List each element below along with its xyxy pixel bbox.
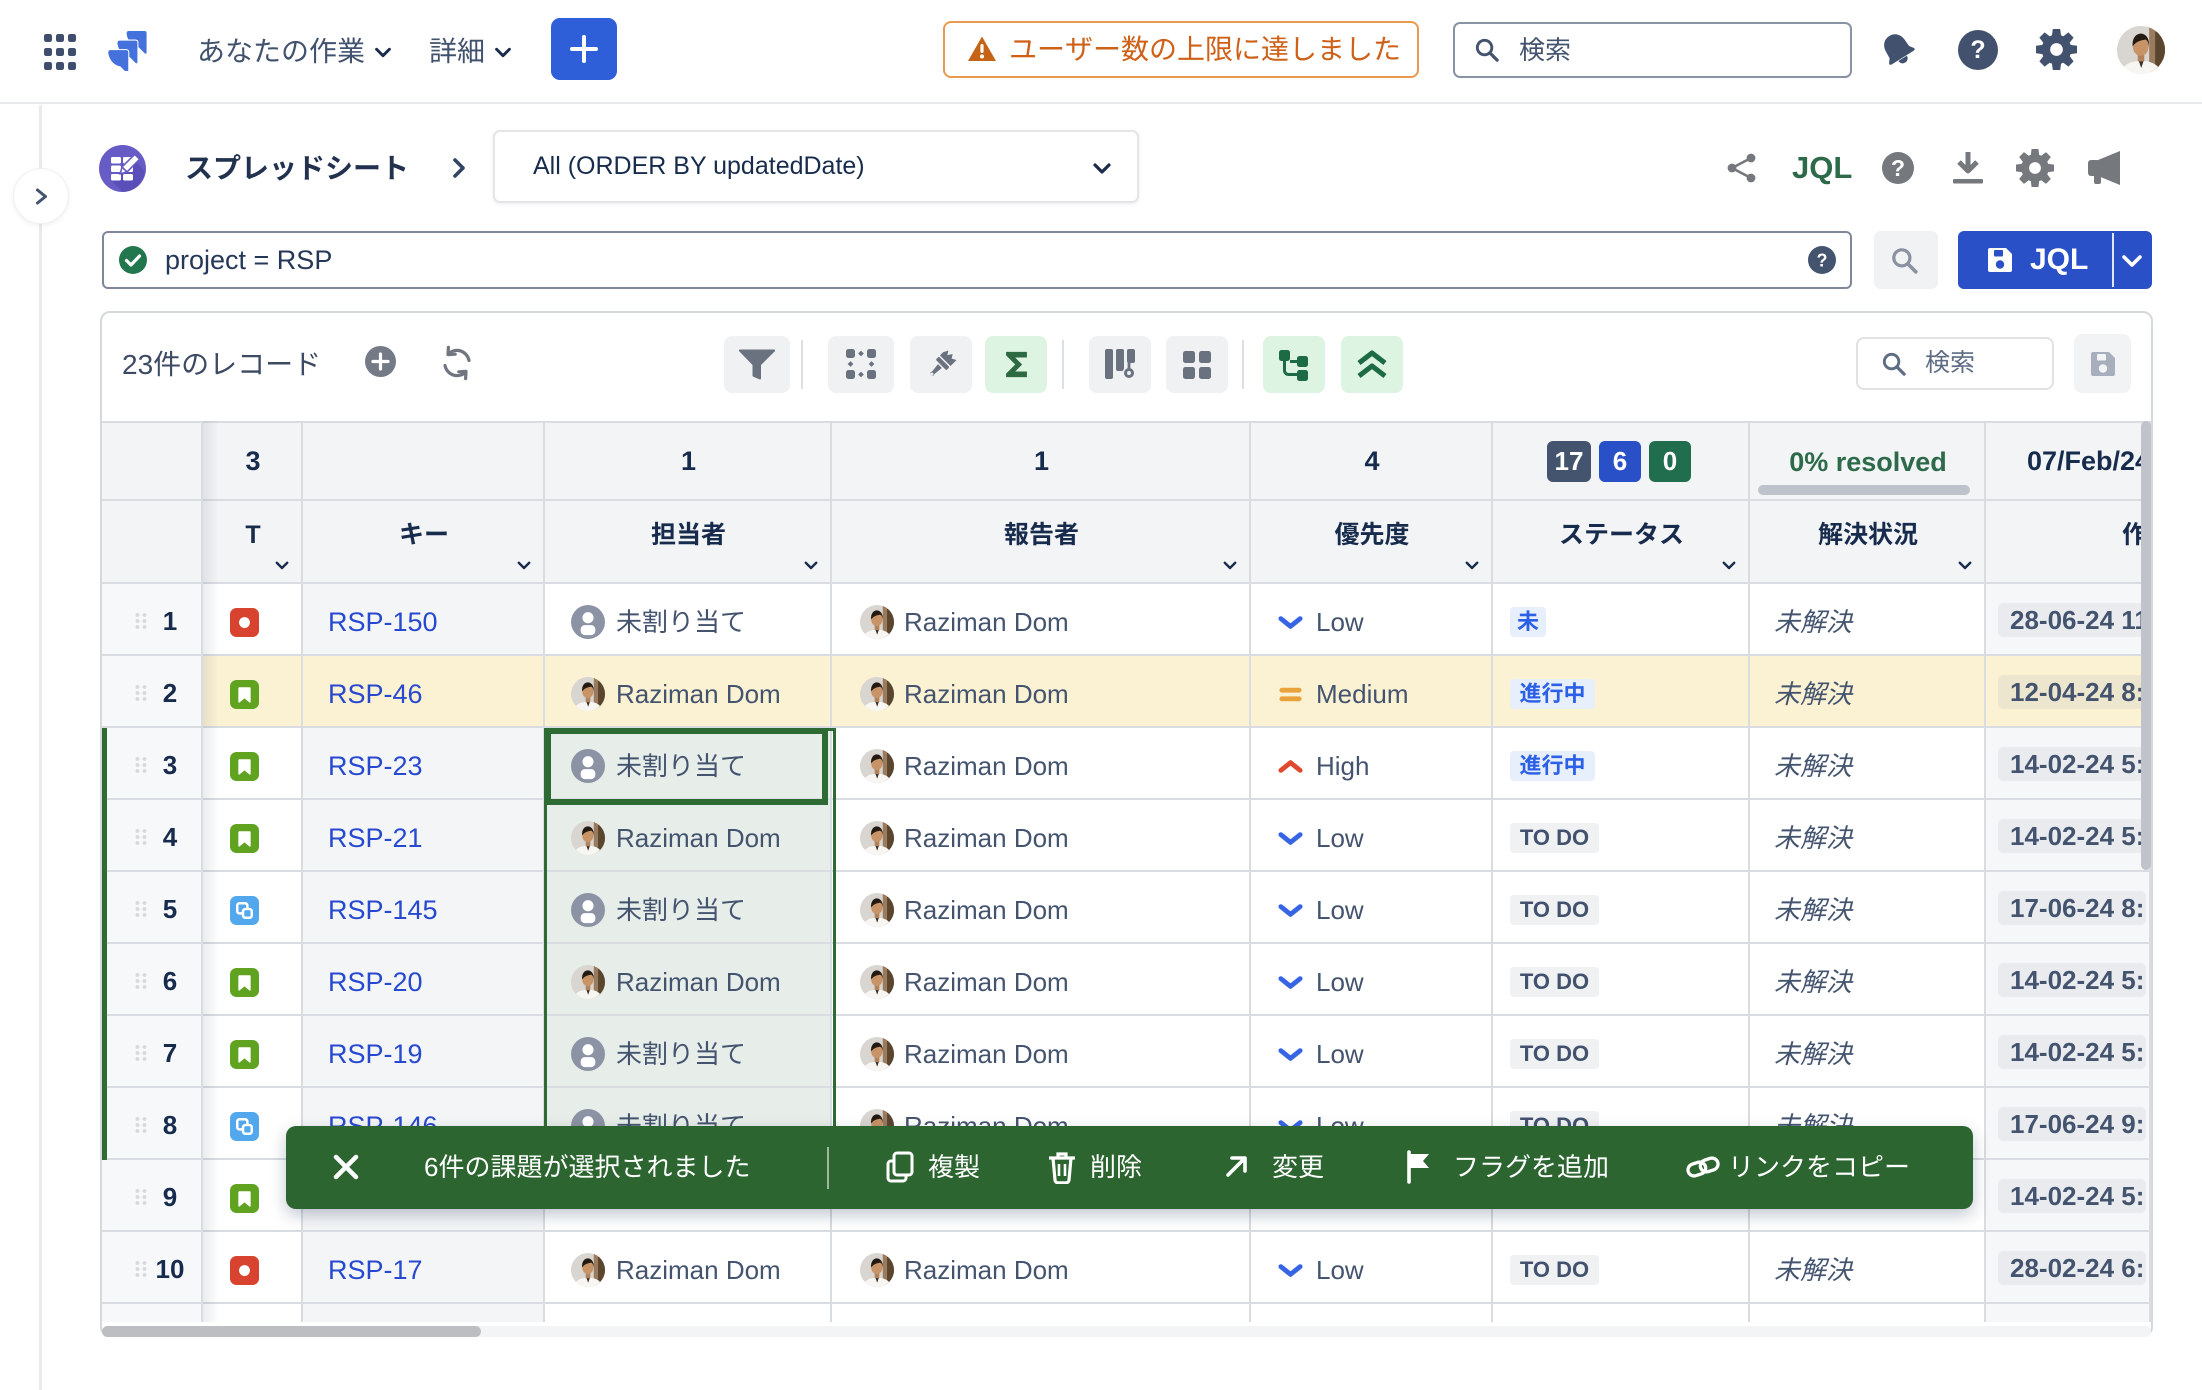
svg-text:?: ? xyxy=(1817,251,1828,271)
svg-text:?: ? xyxy=(1891,155,1905,181)
svg-text:?: ? xyxy=(1970,36,1985,64)
